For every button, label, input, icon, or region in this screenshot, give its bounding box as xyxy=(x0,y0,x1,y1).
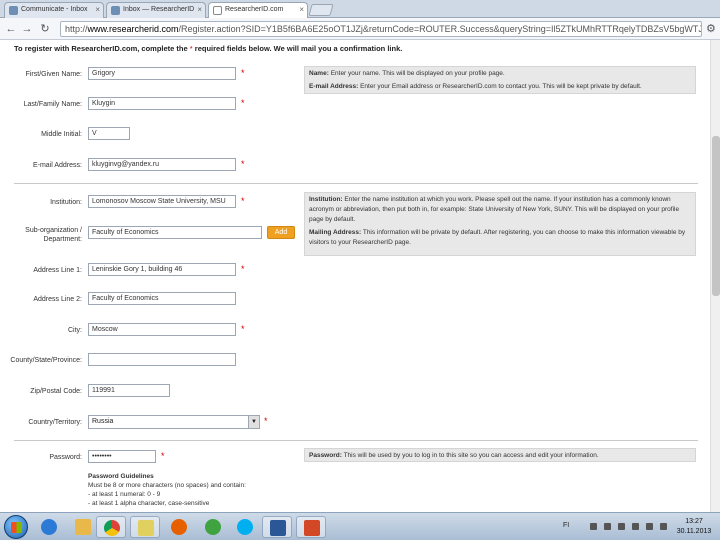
institution-input[interactable]: Lomonosov Moscow State University, MSU xyxy=(88,195,236,208)
password-label: Password: xyxy=(49,454,82,461)
tab-favicon-icon xyxy=(9,6,18,15)
email-label: E-mail Address: xyxy=(32,162,82,169)
tab-label: Inbox — ResearcherID xyxy=(123,6,195,13)
institution-label: Institution: xyxy=(50,199,82,206)
last-name-input[interactable]: Kluygin xyxy=(88,97,236,110)
new-tab-button[interactable] xyxy=(308,4,334,16)
zip-label: Zip/Postal Code: xyxy=(30,388,82,395)
required-mark: * xyxy=(241,98,245,108)
close-tab-icon[interactable]: × xyxy=(95,5,100,14)
help-icon[interactable] xyxy=(590,523,597,530)
close-tab-icon[interactable]: × xyxy=(299,5,304,14)
back-arrow-icon[interactable]: ← xyxy=(4,22,18,36)
close-tab-icon[interactable]: × xyxy=(197,5,202,14)
skype-icon[interactable] xyxy=(230,516,260,538)
institution-help: Institution: Enter the name institution … xyxy=(304,192,696,256)
tab-label: ResearcherID.com xyxy=(225,6,284,13)
chrome-icon[interactable] xyxy=(96,516,126,538)
url-path: /Register.action?SID=Y1B5f6BA6E25oOT1JZj… xyxy=(178,24,702,34)
registration-page: To register with ResearcherID.com, compl… xyxy=(0,40,710,512)
city-label: City: xyxy=(68,327,82,334)
address-bar[interactable]: http://www.researcherid.com/Register.act… xyxy=(60,21,702,37)
state-label: County/State/Province: xyxy=(10,357,82,364)
tab-communicate[interactable]: Communicate - Inbox × xyxy=(4,2,104,18)
city-input[interactable]: Moscow xyxy=(88,323,236,336)
required-mark: * xyxy=(241,324,245,334)
word-icon[interactable] xyxy=(262,516,292,538)
volume-icon[interactable] xyxy=(660,523,667,530)
tray-icon[interactable] xyxy=(618,523,625,530)
start-button[interactable] xyxy=(4,515,28,539)
country-value: Russia xyxy=(92,418,114,425)
tab-inbox[interactable]: Inbox — ResearcherID × xyxy=(106,2,206,18)
clock[interactable]: 13:27 30.11.2013 xyxy=(672,517,716,537)
chevron-down-icon[interactable]: ▼ xyxy=(248,416,259,428)
explorer-icon[interactable] xyxy=(68,516,98,538)
section-divider xyxy=(14,440,698,441)
required-mark: * xyxy=(241,264,245,274)
name-email-help: Name: Enter your name. This will be disp… xyxy=(304,66,696,94)
windows-logo-icon xyxy=(11,522,22,533)
sub-org-label: Sub-organization / Department: xyxy=(25,227,82,243)
powerpoint-icon[interactable] xyxy=(296,516,326,538)
url-domain: www.researcherid.com xyxy=(87,24,179,34)
network-icon[interactable] xyxy=(646,523,653,530)
sub-org-input[interactable]: Faculty of Economics xyxy=(88,226,262,239)
icq-icon[interactable] xyxy=(198,516,228,538)
required-mark: * xyxy=(241,196,245,206)
address2-label: Address Line 2: xyxy=(33,296,82,303)
url-prefix: http:// xyxy=(65,24,88,34)
page-icon xyxy=(213,6,222,15)
email-input[interactable]: kluyginvg@yandex.ru xyxy=(88,158,236,171)
intro-text: To register with ResearcherID.com, compl… xyxy=(14,44,403,53)
password-input[interactable]: •••••••• xyxy=(88,450,156,463)
required-mark: * xyxy=(161,451,165,461)
middle-initial-label: Middle Initial: xyxy=(41,131,82,138)
password-guidelines: Password Guidelines Must be 8 or more ch… xyxy=(88,473,246,507)
address1-input[interactable]: Leninskie Gory 1, building 46 xyxy=(88,263,236,276)
tray-icon[interactable] xyxy=(604,523,611,530)
language-indicator[interactable]: FI xyxy=(563,522,569,529)
password-help: Password: This will be used by you to lo… xyxy=(304,448,696,462)
firefox-icon[interactable] xyxy=(164,516,194,538)
zip-input[interactable]: 119991 xyxy=(88,384,170,397)
country-select[interactable]: Russia ▼ xyxy=(88,415,260,429)
last-name-label: Last/Family Name: xyxy=(23,101,82,108)
address1-label: Address Line 1: xyxy=(33,267,82,274)
tab-label: Communicate - Inbox xyxy=(21,6,88,13)
forward-arrow-icon[interactable]: → xyxy=(20,22,34,36)
required-mark: * xyxy=(264,416,268,426)
vertical-scrollbar[interactable] xyxy=(710,40,720,512)
tab-strip: Communicate - Inbox × Inbox — Researcher… xyxy=(0,0,720,19)
flag-icon[interactable] xyxy=(632,523,639,530)
add-button[interactable]: Add xyxy=(267,226,295,239)
country-label: Country/Territory: xyxy=(28,419,82,426)
first-name-input[interactable]: Grigory xyxy=(88,67,236,80)
taskbar: FI 13:27 30.11.2013 xyxy=(0,512,720,540)
tab-favicon-icon xyxy=(111,6,120,15)
tab-researcherid[interactable]: ResearcherID.com × xyxy=(208,2,308,19)
ie-icon[interactable] xyxy=(34,516,64,538)
required-mark: * xyxy=(241,159,245,169)
address2-input[interactable]: Faculty of Economics xyxy=(88,292,236,305)
middle-initial-input[interactable]: V xyxy=(88,127,130,140)
required-mark: * xyxy=(241,68,245,78)
reload-icon[interactable]: ↻ xyxy=(38,22,52,36)
state-input[interactable] xyxy=(88,353,236,366)
first-name-label: First/Given Name: xyxy=(25,71,82,78)
navigation-bar: ← → ↻ http://www.researcherid.com/Regist… xyxy=(0,18,720,40)
wrench-icon[interactable]: ⚙ xyxy=(706,22,716,35)
notes-icon[interactable] xyxy=(130,516,160,538)
section-divider xyxy=(14,183,698,184)
scrollbar-thumb[interactable] xyxy=(712,136,720,296)
